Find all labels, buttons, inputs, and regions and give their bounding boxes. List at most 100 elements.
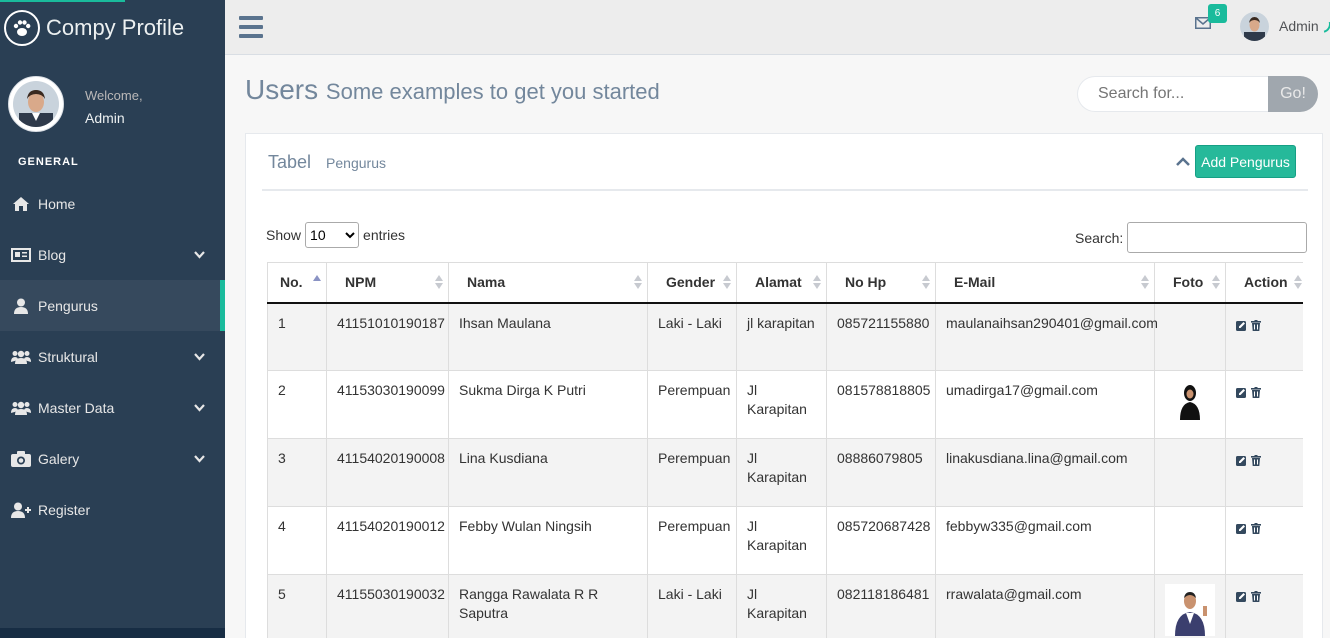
cell-email: febbyw335@gmail.com	[935, 506, 1155, 575]
sort-icon	[435, 275, 443, 289]
cell-gender: Perempuan	[647, 370, 737, 439]
column-header-label: Gender	[666, 274, 716, 291]
page-title: Users Some examples to get you started	[245, 74, 660, 106]
entries-label: entries	[363, 227, 406, 243]
sidebar-footer	[0, 628, 225, 638]
table-row: 3 41154020190008 Lina Kusdiana Perempuan…	[267, 438, 1303, 507]
cell-no: 3	[267, 438, 327, 507]
home-icon	[10, 196, 32, 211]
cell-email: maulanaihsan290401@gmail.com	[935, 302, 1158, 371]
cell-email: rrawalata@gmail.com	[935, 574, 1155, 638]
add-pengurus-button[interactable]: Add Pengurus	[1195, 145, 1296, 178]
column-header-label: No.	[280, 274, 303, 291]
trash-icon[interactable]	[1251, 588, 1262, 602]
cell-action	[1225, 574, 1303, 638]
chevron-down-icon	[193, 454, 205, 463]
edit-icon[interactable]	[1236, 520, 1247, 534]
pengurus-panel: Tabel Pengurus Add Pengurus Show 10 entr…	[245, 133, 1323, 638]
panel-subtitle: Pengurus	[326, 155, 386, 171]
trash-icon[interactable]	[1251, 384, 1262, 398]
chevron-up-icon[interactable]	[1176, 154, 1190, 168]
panel-title: Tabel Pengurus	[268, 152, 386, 173]
global-search: Go!	[1077, 76, 1318, 112]
cell-nama: Rangga Rawalata R R Saputra	[448, 574, 648, 638]
sort-icon	[723, 275, 731, 289]
user-icon	[10, 298, 32, 314]
cell-nohp: 085721155880	[826, 302, 936, 371]
cell-nama: Sukma Dirga K Putri	[448, 370, 648, 439]
notification-badge: 6	[1208, 4, 1227, 23]
sidebar-item-pengurus[interactable]: Pengurus	[0, 280, 225, 331]
cell-email: linakusdiana.lina@gmail.com	[935, 438, 1155, 507]
trash-icon[interactable]	[1251, 452, 1262, 466]
edit-icon[interactable]	[1236, 384, 1247, 398]
panel-title-text: Tabel	[268, 152, 312, 172]
cell-nohp: 085720687428	[826, 506, 936, 575]
pengurus-table-wrapper: No. NPM Nama Gender Alamat No Hp E-Mail …	[267, 262, 1303, 638]
cell-no: 5	[267, 574, 327, 638]
column-header-nama[interactable]: Nama	[448, 262, 648, 304]
sort-icon	[1212, 275, 1220, 289]
sidebar-item-label: Home	[38, 195, 76, 212]
user-plus-icon	[10, 502, 32, 518]
users-icon	[10, 401, 32, 415]
camera-icon	[10, 450, 32, 467]
sidebar-item-register[interactable]: Register	[0, 484, 225, 535]
cell-gender: Laki - Laki	[647, 574, 737, 638]
table-header-row: No. NPM Nama Gender Alamat No Hp E-Mail …	[267, 262, 1303, 304]
cell-foto	[1154, 438, 1226, 507]
column-header-email[interactable]: E-Mail	[935, 262, 1155, 304]
sidebar-item-blog[interactable]: Blog	[0, 229, 225, 280]
edit-icon[interactable]	[1236, 588, 1247, 602]
column-header-nohp[interactable]: No Hp	[826, 262, 936, 304]
column-header-label: Action	[1244, 274, 1288, 291]
cell-foto	[1154, 302, 1226, 371]
edit-icon[interactable]	[1236, 452, 1247, 466]
sidebar-item-label: Pengurus	[38, 297, 98, 314]
cell-nama: Lina Kusdiana	[448, 438, 648, 507]
chevron-down-icon	[193, 250, 205, 259]
cell-alamat: Jl Karapitan	[736, 506, 827, 575]
cell-foto	[1154, 506, 1226, 575]
column-header-no[interactable]: No.	[267, 262, 327, 304]
sidebar-item-label: Struktural	[38, 348, 98, 365]
sort-asc-icon	[313, 275, 321, 281]
sidebar-item-struktural[interactable]: Struktural	[0, 331, 225, 382]
sort-icon	[813, 275, 821, 289]
welcome-text: Welcome,	[85, 88, 143, 103]
column-header-foto[interactable]: Foto	[1154, 262, 1226, 304]
user-avatar[interactable]	[1240, 12, 1269, 41]
search-go-button[interactable]: Go!	[1268, 76, 1318, 112]
sidebar-item-galery[interactable]: Galery	[0, 433, 225, 484]
cell-no: 4	[267, 506, 327, 575]
table-row: 4 41154020190012 Febby Wulan Ningsih Per…	[267, 506, 1303, 575]
sidebar-item-home[interactable]: Home	[0, 178, 225, 229]
pengurus-table: No. NPM Nama Gender Alamat No Hp E-Mail …	[267, 262, 1303, 638]
cell-gender: Perempuan	[647, 506, 737, 575]
column-header-label: NPM	[345, 274, 377, 291]
sidebar-item-master-data[interactable]: Master Data	[0, 382, 225, 433]
brand-link[interactable]: Compy Profile	[4, 10, 184, 46]
trash-icon[interactable]	[1251, 317, 1262, 331]
sidebar-item-label: Master Data	[38, 399, 115, 416]
foto-thumbnail	[1165, 380, 1215, 420]
trash-icon[interactable]	[1251, 520, 1262, 534]
column-header-alamat[interactable]: Alamat	[736, 262, 827, 304]
table-search-input[interactable]	[1127, 222, 1308, 253]
table-row: 5 41155030190032 Rangga Rawalata R R Sap…	[267, 574, 1303, 638]
cell-no: 1	[267, 302, 327, 371]
cell-npm: 41155030190032	[326, 574, 449, 638]
entries-select[interactable]: 10	[305, 222, 360, 248]
column-header-gender[interactable]: Gender	[647, 262, 737, 304]
column-header-label: No Hp	[845, 274, 887, 291]
edit-icon[interactable]	[1236, 317, 1247, 331]
app-title: Compy Profile	[46, 15, 185, 40]
column-header-npm[interactable]: NPM	[326, 262, 449, 304]
cell-nohp: 082118186481	[826, 574, 936, 638]
search-input[interactable]	[1077, 76, 1268, 112]
chevron-down-icon	[193, 403, 205, 412]
menu-toggle-button[interactable]	[239, 16, 263, 38]
profile-name: Admin	[85, 110, 125, 126]
column-header-action[interactable]: Action	[1225, 262, 1303, 304]
show-label: Show	[266, 227, 302, 243]
